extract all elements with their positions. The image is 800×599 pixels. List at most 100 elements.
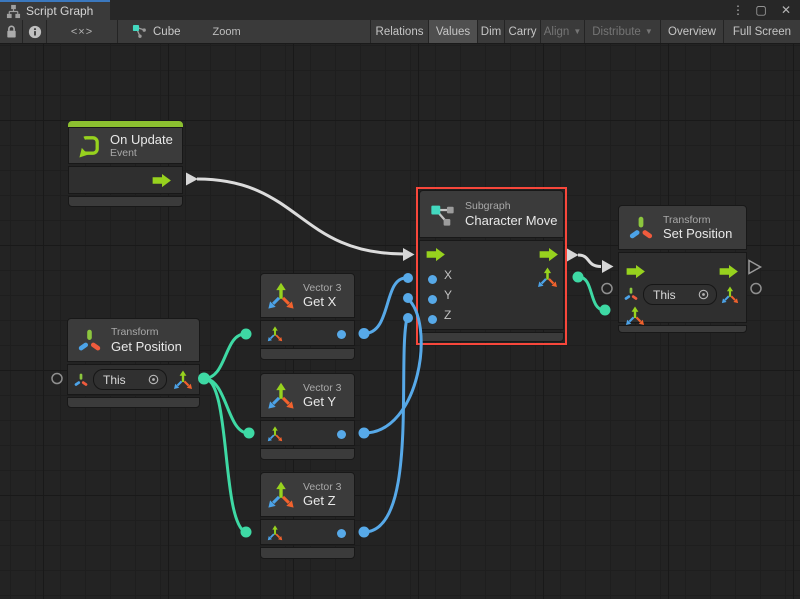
node-title: Get Z [303, 494, 342, 507]
distribute-dropdown[interactable]: Distribute ▼ [585, 20, 661, 43]
node-subtitle: Vector 3 [303, 482, 342, 493]
node-footer [618, 325, 747, 333]
graph-reference-icon [132, 24, 147, 39]
node-header: Transform Get Position [67, 318, 200, 362]
transform-icon [623, 286, 639, 302]
this-value: This [653, 288, 676, 302]
node-ports [260, 519, 355, 545]
vector3-output-icon[interactable] [537, 267, 558, 288]
tab-bar: Script Graph ⋮ ▢ ✕ [0, 0, 800, 20]
object-picker-icon[interactable] [147, 373, 160, 386]
node-title: Get Y [303, 395, 342, 408]
script-graph-icon [6, 4, 21, 19]
flow-input-arrow-icon[interactable] [625, 264, 647, 279]
vector3-input-icon[interactable] [267, 525, 283, 541]
node-footer [419, 332, 564, 342]
close-icon[interactable]: ✕ [776, 0, 796, 20]
object-picker-icon[interactable] [697, 288, 710, 301]
vector3-value-input-icon[interactable] [625, 306, 645, 326]
node-subtitle: Vector 3 [303, 283, 342, 294]
node-ports: This [618, 252, 747, 323]
tab-script-graph[interactable]: Script Graph [0, 0, 110, 20]
node-ports [260, 420, 355, 446]
node-footer [260, 348, 355, 360]
full-screen-button[interactable]: Full Screen [724, 20, 800, 43]
transform-icon [73, 372, 89, 388]
node-ports: X Y Z [419, 240, 564, 330]
node-get-y[interactable]: Vector 3 Get Y [260, 373, 355, 460]
carry-button[interactable]: Carry [505, 20, 541, 43]
transform-icon [76, 327, 103, 354]
node-ports [260, 320, 355, 346]
flow-output-arrow-icon[interactable] [718, 264, 740, 279]
chevron-down-icon: ▼ [645, 27, 653, 36]
x-output-port[interactable] [337, 330, 346, 339]
graph-context-segment: Cube Zoom [118, 20, 371, 43]
node-footer [68, 196, 183, 207]
vector3-output-icon[interactable] [173, 370, 193, 390]
node-footer [67, 397, 200, 408]
graph-object-name[interactable]: Cube [153, 26, 181, 38]
flow-input-arrow-icon[interactable] [425, 247, 447, 262]
vector3-output-icon[interactable] [721, 286, 739, 304]
node-get-z[interactable]: Vector 3 Get Z [260, 472, 355, 559]
y-output-port[interactable] [337, 430, 346, 439]
node-header: Subgraph Character Move [419, 190, 564, 238]
this-object-field[interactable]: This [643, 284, 717, 305]
node-set-position[interactable]: Transform Set Position This [618, 205, 747, 333]
values-button[interactable]: Values [429, 20, 478, 43]
node-header: Vector 3 Get Y [260, 373, 355, 418]
node-character-move[interactable]: Subgraph Character Move X Y Z [419, 190, 564, 342]
this-object-field[interactable]: This [93, 369, 167, 390]
overview-button[interactable]: Overview [661, 20, 724, 43]
distribute-label: Distribute [592, 26, 641, 38]
node-title: Set Position [663, 227, 732, 240]
z-input-port[interactable] [428, 315, 437, 324]
port-label-y: Y [444, 288, 452, 302]
window-menu-icon[interactable]: ⋮ [728, 0, 748, 20]
node-ports: This [67, 364, 200, 395]
node-title: Get X [303, 295, 342, 308]
node-subtitle: Event [110, 148, 173, 159]
node-title: Get Position [111, 340, 182, 353]
lock-icon [5, 24, 18, 39]
align-dropdown[interactable]: Align▼ [541, 20, 585, 43]
vector3-icon [267, 382, 295, 410]
node-subtitle: Vector 3 [303, 383, 342, 394]
node-on-update[interactable]: On Update Event [68, 121, 183, 207]
chevron-down-icon: ▼ [573, 27, 581, 36]
node-subtitle: Transform [663, 215, 732, 226]
this-value: This [103, 373, 126, 387]
vector3-input-icon[interactable] [267, 326, 283, 342]
vector3-icon [267, 282, 295, 310]
vector3-icon [267, 481, 295, 509]
node-get-position[interactable]: Transform Get Position This [67, 318, 200, 408]
node-footer [260, 547, 355, 559]
x-input-port[interactable] [428, 275, 437, 284]
info-button[interactable] [23, 20, 47, 43]
port-label-x: X [444, 268, 452, 282]
transform-icon [627, 214, 655, 242]
node-get-x[interactable]: Vector 3 Get X [260, 273, 355, 360]
maximize-icon[interactable]: ▢ [751, 0, 771, 20]
z-output-port[interactable] [337, 529, 346, 538]
edit-source-button[interactable]: <×> [47, 20, 118, 43]
y-input-port[interactable] [428, 295, 437, 304]
flow-output-arrow-icon[interactable] [538, 247, 560, 262]
node-header: On Update Event [68, 127, 183, 164]
lock-button[interactable] [0, 20, 23, 43]
node-header: Vector 3 Get X [260, 273, 355, 318]
node-title: On Update [110, 133, 173, 146]
node-subtitle: Subgraph [465, 201, 557, 212]
script-graph-window: Script Graph ⋮ ▢ ✕ <×> Cube Zoom 1x Rela… [0, 0, 800, 599]
relations-button[interactable]: Relations [371, 20, 429, 43]
node-header: Transform Set Position [618, 205, 747, 250]
node-title: Character Move [465, 214, 557, 227]
dim-button[interactable]: Dim [478, 20, 505, 43]
info-icon [28, 25, 42, 39]
port-label-z: Z [444, 308, 451, 322]
vector3-input-icon[interactable] [267, 426, 283, 442]
on-update-loop-icon [77, 133, 102, 158]
zoom-slider-label: Zoom [213, 26, 241, 38]
flow-output-arrow-icon[interactable] [151, 173, 173, 188]
